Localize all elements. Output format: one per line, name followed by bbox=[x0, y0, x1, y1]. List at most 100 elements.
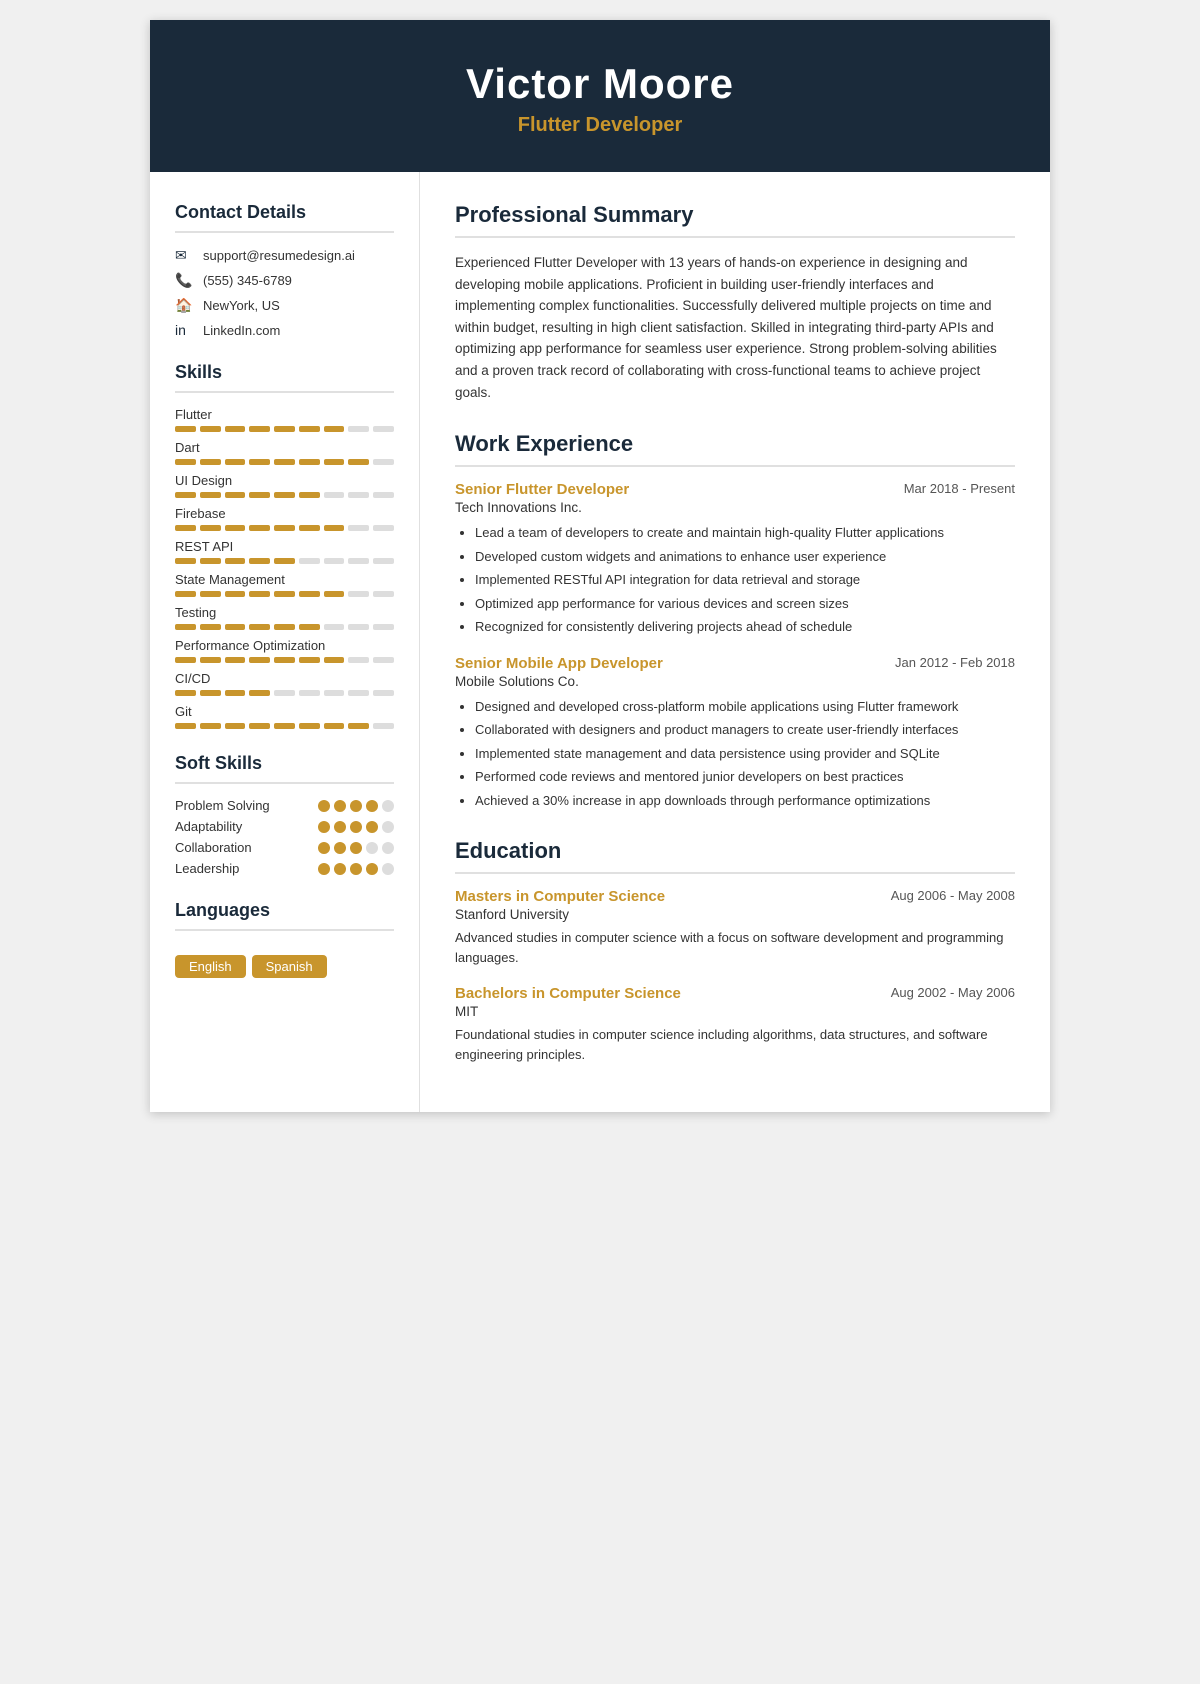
edu-degree: Masters in Computer Science bbox=[455, 888, 665, 905]
list-item: Optimized app performance for various de… bbox=[475, 594, 1015, 614]
skill-segment bbox=[249, 558, 270, 564]
skill-segment bbox=[274, 525, 295, 531]
skill-segment bbox=[299, 459, 320, 465]
skill-segment bbox=[249, 426, 270, 432]
job-bullets: Lead a team of developers to create and … bbox=[455, 523, 1015, 637]
resume-header: Victor Moore Flutter Developer bbox=[150, 20, 1050, 172]
skill-segment bbox=[200, 690, 221, 696]
language-tag: English bbox=[175, 955, 246, 978]
skill-bar bbox=[175, 624, 394, 630]
edu-header: Masters in Computer ScienceAug 2006 - Ma… bbox=[455, 888, 1015, 905]
dot bbox=[318, 863, 330, 875]
dot bbox=[382, 863, 394, 875]
skill-bar bbox=[175, 591, 394, 597]
edu-dates: Aug 2002 - May 2006 bbox=[891, 985, 1015, 1000]
dot bbox=[318, 800, 330, 812]
resume-body: Contact Details ✉ support@resumedesign.a… bbox=[150, 172, 1050, 1112]
contact-email: ✉ support@resumedesign.ai bbox=[175, 247, 394, 264]
skill-segment bbox=[274, 492, 295, 498]
dot bbox=[350, 821, 362, 833]
education-list: Masters in Computer ScienceAug 2006 - Ma… bbox=[455, 888, 1015, 1064]
skill-segment bbox=[225, 492, 246, 498]
skill-segment bbox=[274, 426, 295, 432]
soft-skill-dots bbox=[318, 800, 394, 812]
job-entry: Senior Flutter DeveloperMar 2018 - Prese… bbox=[455, 481, 1015, 637]
list-item: Implemented RESTful API integration for … bbox=[475, 570, 1015, 590]
skill-segment bbox=[225, 591, 246, 597]
skill-segment bbox=[200, 459, 221, 465]
skill-segment bbox=[373, 591, 394, 597]
skill-segment bbox=[249, 723, 270, 729]
languages-list: English Spanish bbox=[175, 945, 394, 978]
skill-segment bbox=[175, 459, 196, 465]
edu-school: Stanford University bbox=[455, 907, 1015, 922]
skill-segment bbox=[200, 492, 221, 498]
contact-linkedin: in LinkedIn.com bbox=[175, 322, 394, 338]
skill-segment bbox=[348, 525, 369, 531]
skill-segment bbox=[200, 558, 221, 564]
soft-skill-label: Problem Solving bbox=[175, 798, 270, 813]
skill-segment bbox=[274, 459, 295, 465]
dot bbox=[382, 821, 394, 833]
skill-segment bbox=[225, 459, 246, 465]
skill-segment bbox=[373, 723, 394, 729]
list-item: Recognized for consistently delivering p… bbox=[475, 617, 1015, 637]
skill-name: Firebase bbox=[175, 506, 394, 521]
skill-bar bbox=[175, 657, 394, 663]
skill-segment bbox=[175, 690, 196, 696]
skill-name: Dart bbox=[175, 440, 394, 455]
soft-skill-row: Collaboration bbox=[175, 840, 394, 855]
skill-segment bbox=[373, 657, 394, 663]
skill-segment bbox=[299, 723, 320, 729]
soft-skill-dots bbox=[318, 863, 394, 875]
job-header: Senior Flutter DeveloperMar 2018 - Prese… bbox=[455, 481, 1015, 498]
soft-skill-dots bbox=[318, 842, 394, 854]
job-bullets: Designed and developed cross-platform mo… bbox=[455, 697, 1015, 811]
skill-segment bbox=[299, 558, 320, 564]
soft-skills-list: Problem Solving Adaptability Collaboration… bbox=[175, 798, 394, 876]
dot bbox=[334, 821, 346, 833]
soft-skills-section-title: Soft Skills bbox=[175, 753, 394, 774]
skill-segment bbox=[175, 723, 196, 729]
skill-bar bbox=[175, 690, 394, 696]
skill-segment bbox=[324, 657, 345, 663]
list-item: Implemented state management and data pe… bbox=[475, 744, 1015, 764]
main-content: Professional Summary Experienced Flutter… bbox=[420, 172, 1050, 1112]
skills-list: FlutterDartUI DesignFirebaseREST APIStat… bbox=[175, 407, 394, 729]
skill-segment bbox=[175, 591, 196, 597]
skills-section-title: Skills bbox=[175, 362, 394, 383]
education-section-title: Education bbox=[455, 838, 1015, 864]
skill-segment bbox=[348, 426, 369, 432]
languages-divider bbox=[175, 929, 394, 931]
skill-segment bbox=[200, 657, 221, 663]
list-item: Designed and developed cross-platform mo… bbox=[475, 697, 1015, 717]
contact-location: 🏠 NewYork, US bbox=[175, 297, 394, 314]
skill-segment bbox=[373, 525, 394, 531]
skill-segment bbox=[299, 492, 320, 498]
skill-segment bbox=[200, 525, 221, 531]
skill-segment bbox=[348, 723, 369, 729]
skill-segment bbox=[348, 459, 369, 465]
skill-segment bbox=[225, 624, 246, 630]
job-dates: Jan 2012 - Feb 2018 bbox=[895, 655, 1015, 670]
skill-segment bbox=[324, 492, 345, 498]
contact-section-title: Contact Details bbox=[175, 202, 394, 223]
dot bbox=[382, 842, 394, 854]
soft-skill-row: Adaptability bbox=[175, 819, 394, 834]
candidate-name: Victor Moore bbox=[170, 60, 1030, 108]
skill-segment bbox=[175, 657, 196, 663]
language-tag: Spanish bbox=[252, 955, 327, 978]
list-item: Developed custom widgets and animations … bbox=[475, 547, 1015, 567]
summary-divider bbox=[455, 236, 1015, 238]
soft-skill-label: Leadership bbox=[175, 861, 239, 876]
dot bbox=[366, 863, 378, 875]
skill-segment bbox=[225, 657, 246, 663]
soft-skill-label: Adaptability bbox=[175, 819, 242, 834]
job-company: Tech Innovations Inc. bbox=[455, 500, 1015, 515]
skill-bar bbox=[175, 459, 394, 465]
edu-description: Advanced studies in computer science wit… bbox=[455, 928, 1015, 967]
dot bbox=[382, 800, 394, 812]
skill-name: State Management bbox=[175, 572, 394, 587]
skill-name: Flutter bbox=[175, 407, 394, 422]
dot bbox=[350, 842, 362, 854]
